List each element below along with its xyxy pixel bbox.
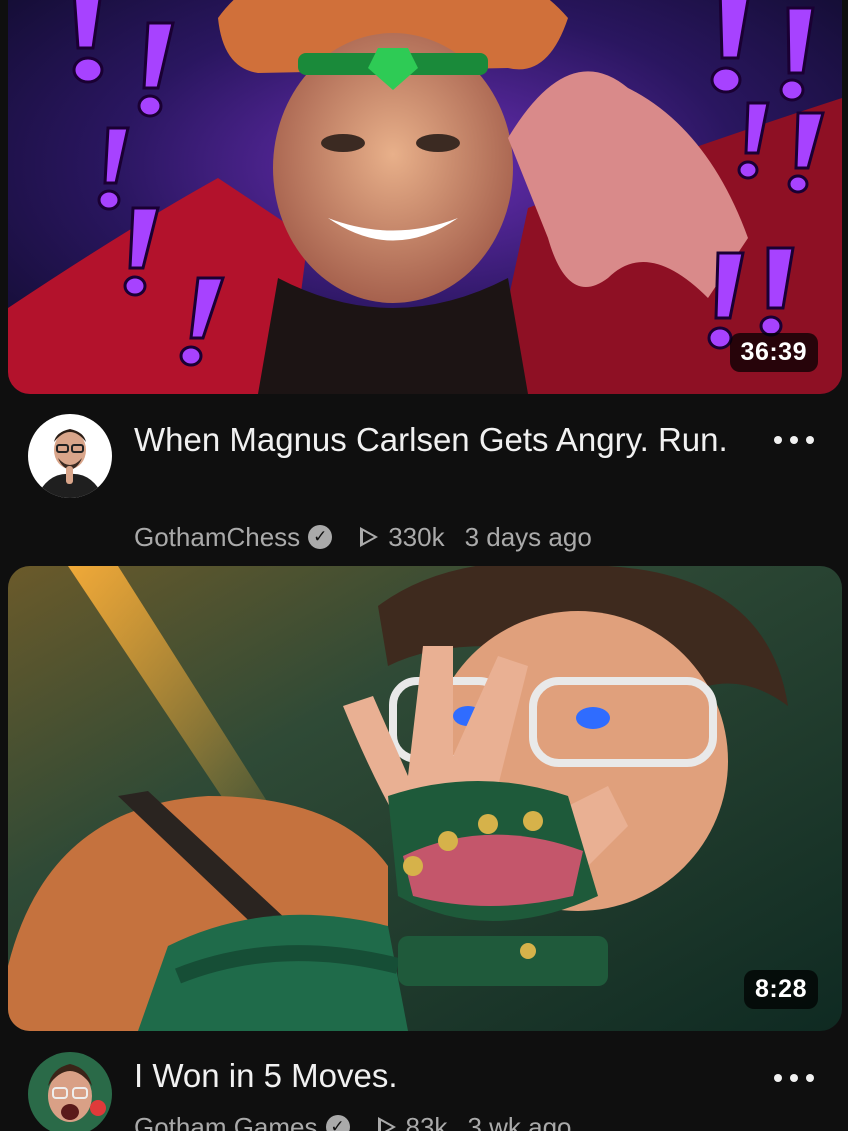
video-meta-1: When Magnus Carlsen Gets Angry. Run. Got… <box>0 412 848 562</box>
verified-check-icon: ✓ <box>325 1115 350 1131</box>
video-duration-badge: 8:28 <box>743 970 818 1009</box>
video-feed: 36:39 When Magnus Carlsen Gets Angry. Ru… <box>0 0 848 1131</box>
thumbnail-art-1 <box>8 0 842 394</box>
view-count: 330k <box>388 521 445 552</box>
upload-age: 3 days ago <box>464 521 592 552</box>
avatar-image <box>28 414 112 498</box>
video-subline: Gotham Games ✓ 83k 3 wk ago <box>134 1110 572 1131</box>
views-play-icon <box>360 527 379 548</box>
channel-name[interactable]: Gotham Games <box>134 1112 318 1131</box>
channel-avatar[interactable] <box>28 414 112 498</box>
video-meta-2: I Won in 5 Moves. Gotham Games ✓ 83k 3 wk a… <box>0 1046 848 1131</box>
upload-age: 3 wk ago <box>467 1111 572 1131</box>
channel-avatar[interactable] <box>28 1052 112 1131</box>
view-count: 83k <box>405 1111 448 1131</box>
video-thumbnail-2[interactable]: 8:28 <box>8 566 842 1031</box>
thumbnail-art-2 <box>8 566 842 1031</box>
video-title[interactable]: I Won in 5 Moves. <box>134 1052 744 1099</box>
video-thumbnail-1[interactable]: 36:39 <box>8 0 842 394</box>
more-options-icon[interactable] <box>774 430 814 450</box>
video-duration-badge: 36:39 <box>729 333 818 372</box>
video-title[interactable]: When Magnus Carlsen Gets Angry. Run. <box>134 416 744 463</box>
avatar-image <box>28 1052 112 1131</box>
views-play-icon <box>377 1117 396 1131</box>
verified-check-icon: ✓ <box>308 525 333 550</box>
channel-name[interactable]: GothamChess <box>134 522 300 553</box>
more-options-icon[interactable] <box>774 1068 814 1088</box>
video-subline: GothamChess ✓ 330k 3 days ago <box>134 520 592 553</box>
